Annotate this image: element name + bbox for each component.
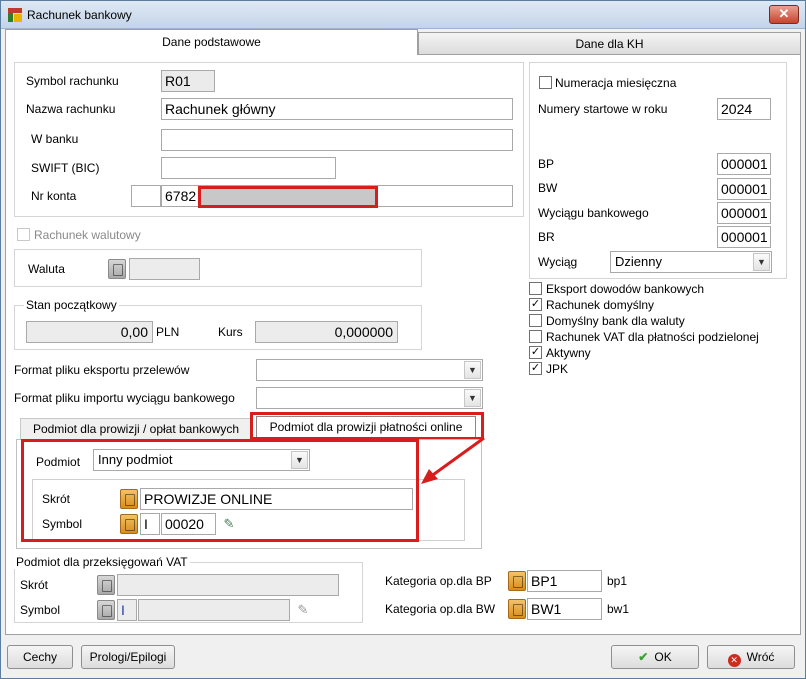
vat-entity-select-icon[interactable]	[97, 575, 115, 595]
title-bar: Rachunek bankowy ✕	[1, 1, 805, 29]
option-checkbox-export[interactable]	[529, 282, 542, 295]
option-label-default-currency-bank: Domyślny bank dla waluty	[546, 314, 685, 328]
account-number-value: 6782	[165, 188, 197, 204]
vat-entity-title: Podmiot dla przeksięgowań VAT	[14, 555, 190, 569]
option-checkbox-default-currency-bank[interactable]	[529, 314, 542, 327]
option-checkbox-default[interactable]: ✓	[529, 298, 542, 311]
bw-number-field[interactable]: 000001	[717, 178, 771, 200]
export-format-dropdown[interactable]: ▼	[256, 359, 483, 381]
chevron-down-icon[interactable]: ▼	[753, 253, 770, 271]
swift-label: SWIFT (BIC)	[31, 161, 100, 175]
export-format-label: Format pliku eksportu przelewów	[14, 363, 190, 377]
option-label-jpk: JPK	[546, 362, 569, 376]
currency-account-checkbox[interactable]	[17, 228, 30, 241]
ok-button[interactable]: ✔ OK	[611, 645, 699, 669]
app-icon	[8, 8, 22, 22]
category-bp-label: Kategoria op.dla BP	[385, 574, 492, 588]
category-bp-desc: bp1	[607, 574, 628, 588]
start-numbers-label: Numery startowe w roku	[538, 102, 668, 116]
checkmark-icon: ✔	[638, 650, 649, 664]
opening-currency: PLN	[156, 325, 180, 339]
vat-short-label: Skrót	[20, 578, 49, 592]
vat-symbol-type[interactable]: I	[117, 599, 137, 621]
tab-dane-dla-kh[interactable]: Dane dla KH	[418, 32, 801, 55]
prologi-epilogi-button[interactable]: Prologi/Epilogi	[81, 645, 175, 669]
br-number-label: BR	[538, 230, 555, 244]
symbol-field[interactable]: R01	[161, 70, 215, 92]
bank-label: W banku	[31, 132, 79, 146]
red-arrow-icon	[421, 436, 485, 484]
cechy-button[interactable]: Cechy	[7, 645, 73, 669]
category-bw-select-icon[interactable]	[508, 599, 526, 619]
currency-select-icon[interactable]	[108, 259, 126, 279]
chevron-down-icon[interactable]: ▼	[464, 361, 481, 379]
currency-field[interactable]	[129, 258, 200, 280]
option-label-export: Eksport dowodów bankowych	[546, 282, 705, 296]
statement-number-field[interactable]: 000001	[717, 202, 771, 224]
name-label: Nazwa rachunku	[26, 102, 116, 116]
vat-symbol-field[interactable]	[138, 599, 290, 621]
option-checkbox-vat-split[interactable]	[529, 330, 542, 343]
commission-highlight	[21, 439, 419, 542]
tab-dane-podstawowe[interactable]: Dane podstawowe	[5, 29, 418, 55]
window-title: Rachunek bankowy	[27, 8, 132, 22]
category-bw-desc: bw1	[607, 602, 630, 616]
monthly-numbering-label: Numeracja miesięczna	[555, 76, 677, 90]
statement-number-label: Wyciągu bankowego	[538, 206, 649, 220]
bw-number-label: BW	[538, 181, 558, 195]
name-field[interactable]: Rachunek główny	[161, 98, 513, 120]
monthly-numbering-checkbox[interactable]	[539, 76, 552, 89]
currency-group	[14, 249, 422, 287]
swift-field[interactable]	[161, 157, 336, 179]
year-field[interactable]: 2024	[717, 98, 771, 120]
vat-symbol-select-icon[interactable]	[97, 600, 115, 620]
symbol-label: Symbol rachunku	[26, 74, 119, 88]
subtab-bank-fees[interactable]: Podmiot dla prowizji / opłat bankowych	[20, 418, 252, 440]
pen-icon: ✎	[297, 602, 309, 617]
opening-amount-field[interactable]: 0,00	[26, 321, 153, 343]
account-number-label: Nr konta	[31, 189, 77, 203]
vat-symbol-label: Symbol	[20, 603, 61, 617]
bank-field[interactable]	[161, 129, 513, 151]
category-bp-field[interactable]: BP1	[527, 570, 602, 592]
currency-label: Waluta	[28, 262, 65, 276]
rate-field[interactable]: 0,000000	[255, 321, 398, 343]
option-label-vat-split: Rachunek VAT dla płatności podzielonej	[546, 330, 759, 344]
chevron-down-icon[interactable]: ▼	[464, 389, 481, 407]
ok-label: OK	[654, 650, 672, 664]
option-checkbox-jpk[interactable]: ✓	[529, 362, 542, 375]
bp-number-field[interactable]: 000001	[717, 153, 771, 175]
account-highlight	[198, 186, 378, 208]
cancel-label: Wróć	[746, 650, 775, 664]
vat-short-field[interactable]	[117, 574, 339, 596]
rate-label: Kurs	[218, 325, 243, 339]
category-bw-field[interactable]: BW1	[527, 598, 602, 620]
cancel-button[interactable]: ✕ Wróć	[707, 645, 795, 669]
extract-label: Wyciąg	[538, 255, 578, 269]
dialog-window: Rachunek bankowy ✕ Dane podstawowe Dane …	[0, 0, 806, 679]
close-button[interactable]: ✕	[769, 5, 799, 24]
cancel-icon: ✕	[727, 654, 741, 667]
import-format-dropdown[interactable]: ▼	[256, 387, 483, 409]
import-format-label: Format pliku importu wyciągu bankowego	[14, 391, 235, 405]
account-prefix-field[interactable]	[131, 185, 161, 207]
category-bw-label: Kategoria op.dla BW	[385, 602, 496, 616]
extract-dropdown[interactable]: Dzienny ▼	[610, 251, 772, 273]
option-label-default: Rachunek domyślny	[546, 298, 655, 312]
extract-value: Dzienny	[615, 254, 662, 269]
currency-account-label: Rachunek walutowy	[34, 228, 141, 242]
br-number-field[interactable]: 000001	[717, 226, 771, 248]
opening-balance-title: Stan początkowy	[24, 298, 119, 312]
option-label-active: Aktywny	[546, 346, 591, 360]
bp-number-label: BP	[538, 157, 555, 171]
option-checkbox-active[interactable]: ✓	[529, 346, 542, 359]
category-bp-select-icon[interactable]	[508, 571, 526, 591]
main-panel: Symbol rachunku R01 Nazwa rachunku Rachu…	[5, 54, 801, 635]
